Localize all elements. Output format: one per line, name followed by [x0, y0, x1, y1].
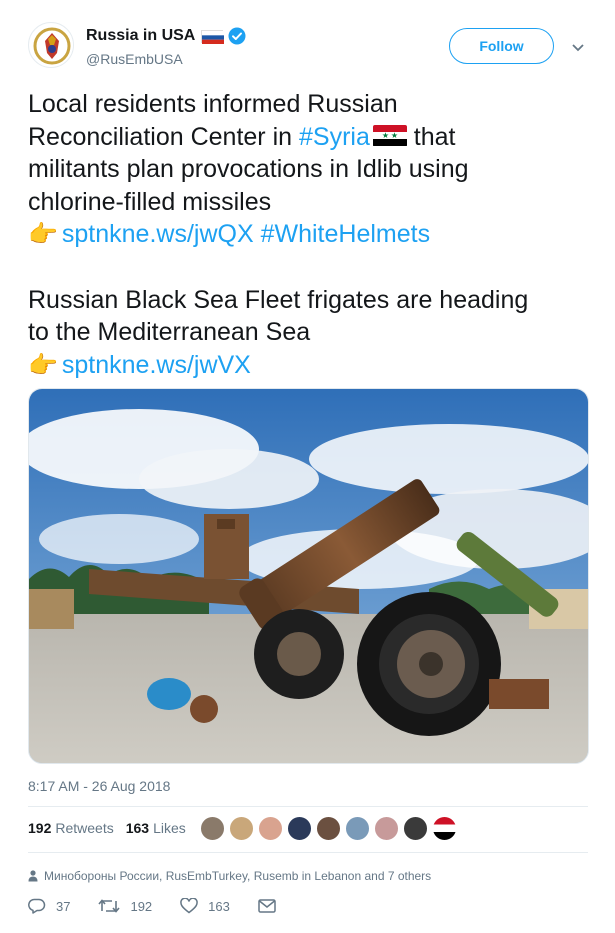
pointing-hand-icon: 👉 [28, 221, 58, 248]
artillery-photo-image [29, 389, 588, 763]
retweets-stat[interactable]: 192 Retweets [28, 820, 114, 836]
likes-label: Likes [153, 820, 186, 836]
tweet-text-fragment: Reconciliation Center in [28, 122, 299, 151]
tweet-line: 👉 sptnkne.ws/jwQX #WhiteHelmets [28, 218, 593, 252]
social-context-text: Минобороны России, RusEmbTurkey, Rusemb … [44, 869, 432, 883]
liker-avatar[interactable] [258, 816, 283, 841]
hashtag-syria-link[interactable]: #Syria [299, 123, 370, 151]
heart-icon [180, 898, 198, 914]
link-jwqx[interactable]: sptnkne.ws/jwQX [62, 220, 254, 248]
tweet-line: Reconciliation Center in #Syria ★ ★ that [28, 121, 593, 154]
reply-button[interactable]: 37 [28, 898, 70, 914]
name-row: Russia in USA [86, 25, 246, 47]
likes-count: 163 [125, 820, 150, 836]
tweet-text: Local residents informed Russian Reconci… [28, 88, 593, 382]
direct-message-button[interactable] [258, 899, 286, 913]
retweets-label: Retweets [55, 820, 114, 836]
like-count: 163 [208, 898, 230, 914]
envelope-icon [258, 899, 276, 913]
tweet-line: 👉 sptnkne.ws/jwVX [28, 349, 593, 383]
retweet-button[interactable]: 192 [98, 898, 152, 914]
social-context[interactable]: Минобороны России, RusEmbTurkey, Rusemb … [28, 869, 431, 883]
avatar[interactable] [28, 22, 74, 68]
liker-avatar[interactable] [403, 816, 428, 841]
display-name[interactable]: Russia in USA [86, 27, 195, 45]
divider [28, 806, 588, 807]
tweet-line: Local residents informed Russian [28, 90, 398, 118]
retweets-count: 192 [28, 820, 52, 836]
tweet-text-fragment: that [406, 122, 456, 151]
liker-avatar[interactable] [200, 816, 225, 841]
liker-avatar[interactable] [374, 816, 399, 841]
reply-count: 37 [56, 898, 71, 914]
liker-avatar[interactable] [345, 816, 370, 841]
tweet-photo[interactable] [28, 388, 589, 764]
tweet-line: Russian Black Sea Fleet frigates are hea… [28, 285, 529, 314]
tweet-line: chlorine-filled missiles [28, 187, 272, 216]
retweet-icon [98, 899, 121, 913]
chevron-down-icon[interactable] [571, 40, 585, 52]
liker-avatars [200, 816, 461, 841]
tweet-line: to the Mediterranean Sea [28, 318, 311, 346]
tweet-stats: 192 Retweets 163 Likes [28, 820, 198, 836]
link-jwvx[interactable]: sptnkne.ws/jwVX [62, 351, 251, 379]
liker-avatar[interactable] [287, 816, 312, 841]
syria-flag-icon: ★ ★ [372, 124, 407, 147]
verified-badge-icon [228, 27, 246, 45]
follow-button[interactable]: Follow [449, 28, 554, 64]
divider [28, 852, 588, 853]
hashtag-whitehelmets-link[interactable]: #WhiteHelmets [261, 220, 431, 248]
liker-avatar[interactable] [432, 816, 457, 841]
liker-avatar[interactable] [229, 816, 254, 841]
pointing-hand-icon: 👉 [28, 351, 58, 379]
account-handle[interactable]: @RusEmbUSA [86, 51, 183, 67]
tweet-timestamp[interactable]: 8:17 AM - 26 Aug 2018 [28, 778, 170, 794]
russia-flag-icon [201, 29, 225, 44]
tweet-header: Russia in USA @RusEmbUSA Follow [28, 22, 593, 74]
tweet-line: militants plan provocations in Idlib usi… [28, 155, 469, 183]
retweet-count: 192 [130, 898, 153, 914]
user-icon [28, 870, 38, 882]
like-button[interactable]: 163 [180, 898, 230, 914]
likes-stat[interactable]: 163 Likes [126, 820, 186, 836]
liker-avatar[interactable] [316, 816, 341, 841]
tweet-actions: 37 192 163 [28, 898, 314, 914]
reply-icon [28, 898, 46, 914]
